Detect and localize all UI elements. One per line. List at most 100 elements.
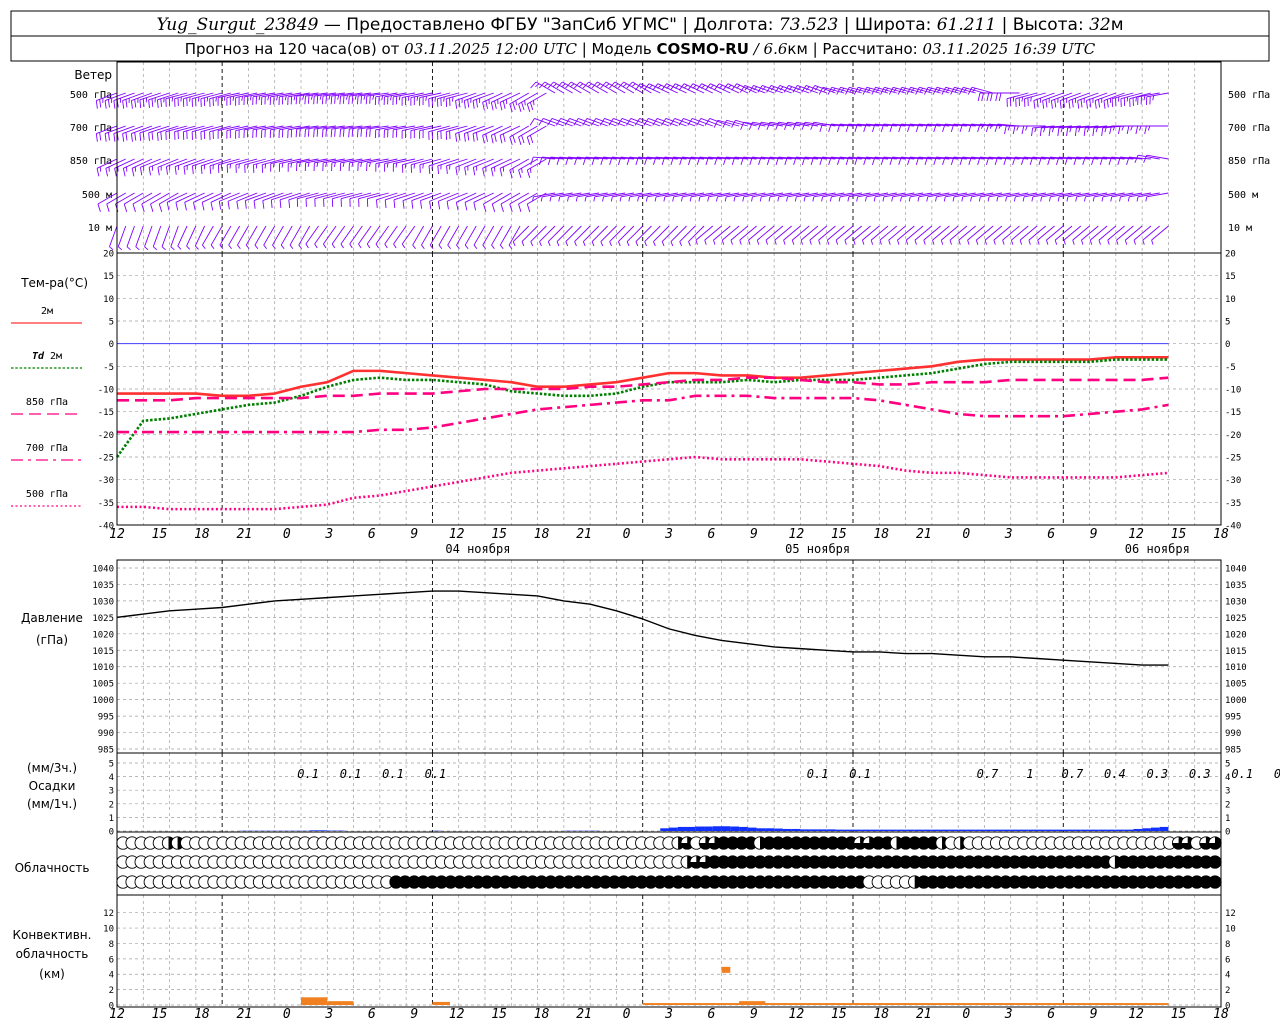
- wind-barb-staff: [447, 225, 460, 246]
- x-hour-label: 18: [1213, 527, 1229, 542]
- wind-barb-feather: [794, 196, 797, 202]
- wind-barb-feather: [1045, 99, 1048, 108]
- wind-barb-staff: [905, 225, 924, 241]
- x-hour-label: 18: [873, 527, 889, 542]
- latitude-label: | Широта:: [838, 15, 936, 35]
- wind-barb-feather: [245, 244, 250, 250]
- wind-barb: [1040, 192, 1064, 202]
- wind-barb-staff: [556, 225, 573, 242]
- wind-barb-feather: [272, 162, 275, 168]
- wind-barb: [411, 192, 433, 209]
- wind-barb-feather: [549, 196, 552, 202]
- precip-bar: [800, 829, 810, 831]
- wind-barb-feather: [526, 103, 531, 112]
- wind-barb-staff: [569, 118, 591, 127]
- wind-barb-feather: [648, 84, 653, 89]
- wind-barb-feather: [600, 241, 604, 247]
- x-hour-label-bottom: 6: [368, 1007, 376, 1022]
- wind-barb-feather: [1040, 196, 1043, 202]
- wind-barb-feather: [1107, 240, 1110, 245]
- precip-bar: [739, 826, 748, 831]
- wind-barb: [1145, 192, 1169, 202]
- wind-barb-feather: [1063, 240, 1066, 245]
- wind-barb-feather: [238, 163, 240, 169]
- wind-barb: [518, 125, 538, 145]
- wind-barb: [610, 192, 635, 202]
- wind-barb: [115, 192, 135, 212]
- wind-barb-feather: [1098, 99, 1101, 108]
- wind-barb: [217, 125, 240, 139]
- wind-level-label-right: 500 гПа: [1228, 90, 1270, 101]
- wind-barb-staff: [272, 225, 284, 246]
- wind-barb-feather: [530, 81, 537, 89]
- x-hour-label-bottom: 15: [491, 1007, 507, 1022]
- wind-barb-staff: [491, 225, 503, 246]
- wind-barb-feather: [356, 96, 359, 105]
- precip-bar: [975, 829, 985, 831]
- cloud-symbol: [1208, 855, 1222, 869]
- wind-barb-feather: [1054, 240, 1058, 245]
- wind-barb-staff: [674, 118, 696, 127]
- wind-barb: [635, 225, 652, 247]
- wind-barb-feather: [425, 96, 428, 101]
- wind-barb-staff: [201, 225, 214, 246]
- wind-barb: [437, 192, 459, 210]
- temp-tick-label-right: -10: [1225, 386, 1241, 396]
- wind-barb-feather: [499, 135, 503, 144]
- wind-barb: [644, 225, 661, 247]
- wind-barb: [978, 192, 1003, 202]
- wind-barb-feather: [1048, 127, 1051, 137]
- wind-barb-feather: [272, 244, 276, 250]
- wind-barb-feather: [360, 162, 363, 167]
- wind-barb-feather: [262, 200, 265, 209]
- wind-barb: [483, 192, 503, 212]
- precip-bar: [1107, 829, 1116, 831]
- wind-barb: [777, 192, 801, 202]
- wind-barb-staff: [914, 225, 933, 241]
- wind-barb-feather: [354, 94, 357, 100]
- wind-barb: [609, 225, 626, 247]
- pressure-tick-label-right: 995: [1225, 713, 1241, 723]
- wind-barb-feather: [499, 102, 503, 111]
- cloud-symbol: [1208, 836, 1222, 850]
- wind-barb-feather: [142, 131, 145, 140]
- wind-barb: [742, 192, 766, 202]
- wind-barb-staff: [630, 118, 652, 127]
- wind-barb-feather: [482, 244, 487, 250]
- wind-barb-feather: [1031, 127, 1034, 137]
- wind-barb-staff: [473, 225, 486, 246]
- convective-bar: [739, 1001, 766, 1005]
- wind-barb-feather: [565, 81, 572, 89]
- wind-barb-feather: [1104, 127, 1107, 133]
- wind-barb-staff: [967, 225, 985, 241]
- wind-barb-feather: [838, 196, 841, 202]
- wind-barb-staff: [124, 192, 144, 205]
- wind-barb: [900, 192, 924, 202]
- wind-barb-staff: [152, 225, 162, 247]
- wind-barb-feather: [130, 133, 133, 142]
- wind-barb: [177, 225, 188, 250]
- conv-unit: (км): [39, 967, 65, 981]
- wind-barb-feather: [378, 162, 380, 168]
- wind-barb-staff: [683, 118, 705, 127]
- wind-barb-feather: [227, 201, 230, 210]
- wind-barb-staff: [932, 225, 950, 241]
- wind-barb: [829, 192, 854, 202]
- wind-barb-feather: [509, 203, 513, 212]
- x-hour-label: 6: [368, 527, 376, 542]
- wind-barb: [679, 225, 696, 247]
- wind-barb-feather: [366, 243, 371, 249]
- wind-barb-feather: [483, 203, 487, 212]
- wind-barb: [152, 225, 162, 251]
- x-hour-label: 3: [324, 527, 333, 542]
- wind-barb-feather: [680, 196, 683, 202]
- wind-barb: [987, 192, 1011, 202]
- wind-barb-feather: [900, 196, 902, 202]
- precip-bar: [888, 829, 897, 831]
- wind-barb-feather: [1054, 99, 1057, 108]
- x-hour-label: 21: [916, 527, 932, 542]
- precip-bar: [817, 829, 827, 831]
- wind-barb-feather: [835, 240, 839, 245]
- precip-bar: [1001, 829, 1011, 831]
- wind-barb-feather: [768, 196, 771, 202]
